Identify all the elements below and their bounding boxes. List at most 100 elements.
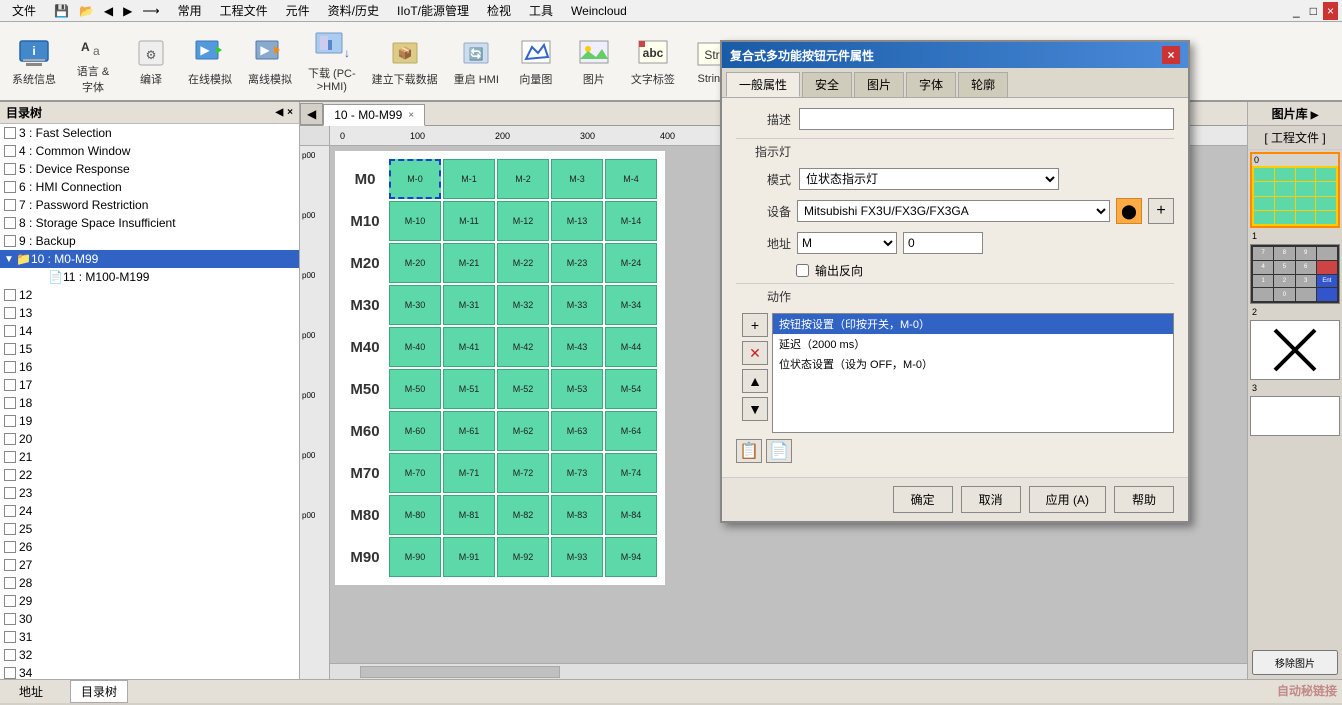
- device-add-btn[interactable]: +: [1148, 198, 1174, 224]
- dir-checkbox[interactable]: [4, 613, 16, 625]
- dir-checkbox[interactable]: [4, 181, 16, 193]
- menu-arrow-btn[interactable]: ⟶: [138, 2, 163, 20]
- mode-select[interactable]: 位状态指示灯: [799, 168, 1059, 190]
- tb-text-label[interactable]: abc 文字标签: [627, 33, 679, 89]
- mcell-M-30[interactable]: M-30: [389, 285, 441, 325]
- dialog-tab-general[interactable]: 一般属性: [726, 72, 800, 97]
- status-tab-dirtree[interactable]: 目录树: [70, 680, 128, 703]
- mcell-M-20[interactable]: M-20: [389, 243, 441, 283]
- h-scrollbar-thumb[interactable]: [360, 666, 560, 678]
- dir-item-30[interactable]: 32: [0, 646, 299, 664]
- mcell-M-10[interactable]: M-10: [389, 201, 441, 241]
- mcell-M-71[interactable]: M-71: [443, 453, 495, 493]
- dialog-tab-security[interactable]: 安全: [802, 72, 852, 97]
- paste-btn[interactable]: 📄: [766, 439, 792, 463]
- mcell-M-22[interactable]: M-22: [497, 243, 549, 283]
- window-minimize[interactable]: _: [1289, 2, 1304, 20]
- dir-close-icon[interactable]: ×: [287, 107, 293, 118]
- mcell-M-70[interactable]: M-70: [389, 453, 441, 493]
- mcell-M-33[interactable]: M-33: [551, 285, 603, 325]
- dir-checkbox[interactable]: [4, 325, 16, 337]
- menu-component[interactable]: 元件: [278, 0, 318, 21]
- dialog-apply-btn[interactable]: 应用 (A): [1029, 486, 1106, 513]
- mcell-M-3[interactable]: M-3: [551, 159, 603, 199]
- dir-checkbox[interactable]: [4, 505, 16, 517]
- menu-tools[interactable]: 工具: [521, 0, 561, 21]
- dir-checkbox[interactable]: [4, 541, 16, 553]
- mcell-M-60[interactable]: M-60: [389, 411, 441, 451]
- dir-checkbox[interactable]: [4, 667, 16, 679]
- dir-item-2[interactable]: 4 : Common Window: [0, 142, 299, 160]
- dir-collapse-icon[interactable]: ◀: [275, 107, 283, 118]
- mcell-M-1[interactable]: M-1: [443, 159, 495, 199]
- copy-btn[interactable]: 📋: [736, 439, 762, 463]
- dir-checkbox[interactable]: [4, 307, 16, 319]
- addr-input[interactable]: [903, 232, 983, 254]
- mcell-M-24[interactable]: M-24: [605, 243, 657, 283]
- tb-reset-hmi[interactable]: 🔄 重启 HMI: [450, 33, 503, 89]
- action-list[interactable]: 按钮按设置（印按开关，M-0） 延迟（2000 ms） 位状态设置（设为 OFF…: [772, 313, 1174, 433]
- dir-item-22[interactable]: 24: [0, 502, 299, 520]
- mcell-M-11[interactable]: M-11: [443, 201, 495, 241]
- mcell-M-90[interactable]: M-90: [389, 537, 441, 577]
- dir-item-4[interactable]: 6 : HMI Connection: [0, 178, 299, 196]
- dialog-ok-btn[interactable]: 确定: [893, 486, 953, 513]
- dir-item-1[interactable]: 3 : Fast Selection: [0, 124, 299, 142]
- desc-input[interactable]: [799, 108, 1174, 130]
- dir-item-26[interactable]: 28: [0, 574, 299, 592]
- dir-item-10[interactable]: 12: [0, 286, 299, 304]
- action-add-btn[interactable]: +: [742, 313, 768, 337]
- mcell-M-73[interactable]: M-73: [551, 453, 603, 493]
- dialog-close-btn[interactable]: ×: [1162, 46, 1180, 64]
- tb-build-dl[interactable]: 📦 建立下载数据: [368, 33, 442, 89]
- tab-prev-arrow[interactable]: ◀: [300, 103, 323, 125]
- mcell-M-94[interactable]: M-94: [605, 537, 657, 577]
- dir-checkbox[interactable]: [4, 199, 16, 211]
- menu-file[interactable]: 文件: [4, 0, 44, 21]
- mcell-M-4[interactable]: M-4: [605, 159, 657, 199]
- h-scrollbar[interactable]: [330, 663, 1247, 679]
- dir-item-25[interactable]: 27: [0, 556, 299, 574]
- action-item-0[interactable]: 按钮按设置（印按开关，M-0）: [773, 314, 1173, 334]
- dir-checkbox[interactable]: [4, 379, 16, 391]
- tb-lang-font[interactable]: Aa 语言 &字体: [68, 25, 118, 97]
- mcell-M-0[interactable]: M-0: [389, 159, 441, 199]
- dialog-help-btn[interactable]: 帮助: [1114, 486, 1174, 513]
- mcell-M-83[interactable]: M-83: [551, 495, 603, 535]
- tb-offline-sim[interactable]: ▶ 离线模拟: [244, 33, 296, 89]
- menu-weincloud[interactable]: Weincloud: [563, 2, 635, 20]
- tb-vector[interactable]: 向量图: [511, 33, 561, 89]
- mcell-M-72[interactable]: M-72: [497, 453, 549, 493]
- mcell-M-32[interactable]: M-32: [497, 285, 549, 325]
- dir-checkbox[interactable]: [4, 163, 16, 175]
- dir-item-12[interactable]: 14: [0, 322, 299, 340]
- dir-checkbox[interactable]: [4, 631, 16, 643]
- menu-save-btn[interactable]: 💾: [50, 2, 73, 20]
- tab-m0-m99[interactable]: 10 - M0-M99 ×: [323, 104, 425, 126]
- dir-item-9[interactable]: 📄 11 : M100-M199: [0, 268, 299, 286]
- mcell-M-93[interactable]: M-93: [551, 537, 603, 577]
- tab-close-btn[interactable]: ×: [408, 110, 414, 121]
- dir-item-31[interactable]: 34: [0, 664, 299, 679]
- dir-item-15[interactable]: 17: [0, 376, 299, 394]
- dir-item-6[interactable]: 8 : Storage Space Insufficient: [0, 214, 299, 232]
- action-item-1[interactable]: 延迟（2000 ms）: [773, 334, 1173, 354]
- tb-picture[interactable]: 图片: [569, 33, 619, 89]
- dir-item-3[interactable]: 5 : Device Response: [0, 160, 299, 178]
- dir-item-28[interactable]: 30: [0, 610, 299, 628]
- dir-checkbox[interactable]: [4, 145, 16, 157]
- menu-iiot[interactable]: IIoT/能源管理: [389, 0, 477, 21]
- mcell-M-34[interactable]: M-34: [605, 285, 657, 325]
- dir-item-23[interactable]: 25: [0, 520, 299, 538]
- tb-download[interactable]: ↓ 下载 (PC->HMI): [304, 27, 360, 95]
- dir-item-29[interactable]: 31: [0, 628, 299, 646]
- dir-checkbox[interactable]: [4, 415, 16, 427]
- mcell-M-13[interactable]: M-13: [551, 201, 603, 241]
- dir-checkbox[interactable]: [4, 289, 16, 301]
- mcell-M-50[interactable]: M-50: [389, 369, 441, 409]
- menu-open-btn[interactable]: 📂: [75, 2, 98, 20]
- right-panel-toggle[interactable]: ▶: [1311, 110, 1319, 121]
- menu-common[interactable]: 常用: [170, 0, 210, 21]
- dir-item-20[interactable]: 22: [0, 466, 299, 484]
- dir-item-16[interactable]: 18: [0, 394, 299, 412]
